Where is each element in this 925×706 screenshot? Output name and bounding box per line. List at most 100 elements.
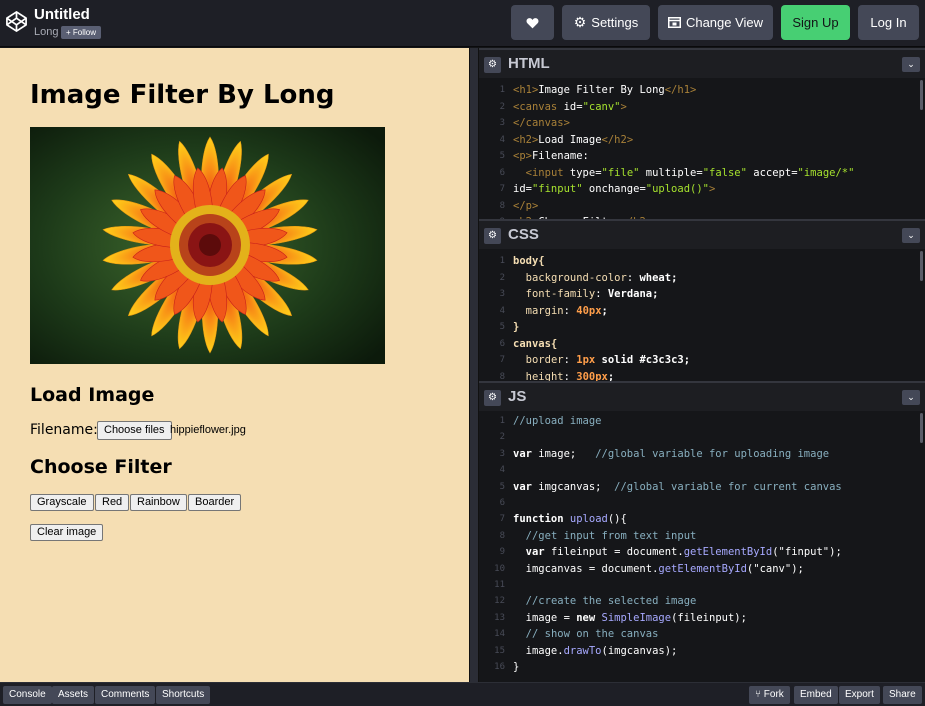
code-line: imgcanvas = document.getElementById("can… bbox=[513, 562, 804, 575]
settings-button[interactable]: ⚙ Settings bbox=[562, 5, 650, 40]
clear-image-button[interactable]: Clear image bbox=[30, 524, 104, 541]
line-number: 8 bbox=[499, 200, 505, 211]
top-bar: Untitled Long + Follow ⚙ Settings Change… bbox=[0, 0, 925, 47]
filename-label: Filename: bbox=[30, 422, 98, 438]
code-line: } bbox=[513, 321, 520, 333]
result-preview: Image Filter By Long Load Image Filename… bbox=[0, 48, 469, 682]
line-number: 4 bbox=[499, 465, 505, 476]
line-number: 12 bbox=[494, 596, 505, 607]
line-number: 8 bbox=[499, 371, 505, 382]
line-number: 15 bbox=[494, 645, 505, 656]
gear-icon[interactable]: ⚙ bbox=[484, 390, 501, 406]
gear-icon[interactable]: ⚙ bbox=[484, 228, 501, 244]
assets-button[interactable]: Assets bbox=[52, 686, 95, 704]
code-line: canvas{ bbox=[513, 337, 558, 350]
change-view-button[interactable]: Change View bbox=[658, 5, 773, 40]
line-number: 5 bbox=[499, 322, 505, 332]
code-line: </p> bbox=[513, 199, 539, 212]
code-line: <input type="file" multiple="false" acce… bbox=[525, 166, 855, 179]
line-number: 3 bbox=[499, 289, 505, 299]
gear-icon[interactable]: ⚙ bbox=[484, 57, 501, 73]
code-line: body{ bbox=[513, 255, 545, 267]
line-number: 6 bbox=[499, 498, 505, 508]
code-line: var imgcanvas; //global variable for cur… bbox=[513, 480, 842, 493]
line-number: 1 bbox=[499, 256, 505, 266]
css-panel-header: ⚙ CSS ⌄ bbox=[479, 219, 925, 249]
code-line: //upload image bbox=[513, 415, 602, 427]
line-number: 7 bbox=[499, 355, 505, 365]
code-line: image.drawTo(imgcanvas); bbox=[513, 644, 678, 657]
settings-label: Settings bbox=[591, 15, 639, 30]
code-line: //get input from text input bbox=[525, 529, 697, 542]
flower-canvas bbox=[30, 127, 385, 364]
line-number: 7 bbox=[499, 184, 505, 194]
choose-files-button[interactable]: Choose files bbox=[97, 421, 172, 440]
code-line: function upload(){ bbox=[513, 513, 627, 526]
chevron-down-icon[interactable]: ⌄ bbox=[902, 390, 920, 405]
code-line: font-family: Verdana; bbox=[525, 288, 659, 300]
code-line: <h1>Image Filter By Long</h1> bbox=[513, 84, 697, 96]
line-number: 6 bbox=[499, 167, 505, 178]
follow-button[interactable]: + Follow bbox=[61, 26, 102, 39]
html-editor[interactable]: 1 <h1>Image Filter By Long</h1> 2 <canvas i… bbox=[479, 78, 925, 219]
js-panel-header: ⚙ JS ⌄ bbox=[479, 381, 925, 411]
change-view-label: Change View bbox=[685, 15, 764, 30]
red-button[interactable]: Red bbox=[95, 494, 130, 511]
embed-button[interactable]: Embed bbox=[794, 686, 838, 704]
log-in-button[interactable]: Log In bbox=[858, 5, 919, 40]
js-editor[interactable]: 1 //upload image 2 3 var image; //global var… bbox=[479, 411, 925, 682]
boarder-button[interactable]: Boarder bbox=[188, 494, 242, 511]
line-number: 2 bbox=[499, 101, 505, 112]
code-line: // show on the canvas bbox=[525, 628, 659, 641]
rainbow-button[interactable]: Rainbow bbox=[130, 494, 187, 511]
author-name[interactable]: Long bbox=[34, 26, 58, 38]
resize-divider[interactable] bbox=[469, 48, 479, 682]
fork-button[interactable]: ⑂ Fork bbox=[749, 686, 790, 704]
html-panel-title: HTML bbox=[508, 55, 550, 72]
line-number: 10 bbox=[494, 563, 505, 574]
chevron-down-icon[interactable]: ⌄ bbox=[902, 57, 920, 72]
code-line: id="finput" onchange="upload()"> bbox=[513, 183, 716, 195]
line-number: 16 bbox=[494, 662, 505, 672]
code-line: background-color: wheat; bbox=[525, 271, 678, 284]
scrollbar[interactable] bbox=[920, 80, 923, 110]
scrollbar[interactable] bbox=[920, 251, 923, 281]
share-button[interactable]: Share bbox=[883, 686, 922, 704]
chevron-down-icon[interactable]: ⌄ bbox=[902, 228, 920, 243]
js-panel-title: JS bbox=[508, 388, 527, 405]
selected-filename: hippieflower.jpg bbox=[170, 424, 246, 436]
line-number: 2 bbox=[499, 272, 505, 283]
line-number: 6 bbox=[499, 338, 505, 349]
code-line: var fileinput = document.getElementById(… bbox=[525, 546, 842, 559]
choose-filter-heading: Choose Filter bbox=[30, 456, 172, 478]
code-line: border: 1px solid #c3c3c3; bbox=[525, 354, 691, 366]
pen-title[interactable]: Untitled bbox=[34, 6, 90, 23]
comments-button[interactable]: Comments bbox=[95, 686, 156, 704]
heart-icon bbox=[526, 17, 539, 28]
line-number: 1 bbox=[499, 85, 505, 95]
css-panel: ⚙ CSS ⌄ 1 body{ 2 background-color: wheat;… bbox=[479, 219, 925, 381]
code-line: <canvas id="canv"> bbox=[513, 100, 627, 113]
line-number: 7 bbox=[499, 514, 505, 525]
shortcuts-button[interactable]: Shortcuts bbox=[156, 686, 211, 704]
code-line: <h2>Load Image</h2> bbox=[513, 133, 634, 146]
codepen-logo-icon[interactable] bbox=[5, 10, 28, 33]
line-number: 9 bbox=[499, 547, 505, 558]
heart-button[interactable] bbox=[511, 5, 554, 40]
grayscale-button[interactable]: Grayscale bbox=[30, 494, 94, 511]
code-line: height: 300px; bbox=[525, 370, 615, 382]
css-panel-title: CSS bbox=[508, 226, 539, 243]
line-number: 3 bbox=[499, 448, 505, 459]
export-button[interactable]: Export bbox=[839, 686, 880, 704]
gear-icon: ⚙ bbox=[573, 14, 587, 30]
html-panel: ⚙ HTML ⌄ 1 <h1>Image Filter By Long</h1> 2… bbox=[479, 48, 925, 219]
code-line: var image; //global variable for uploadi… bbox=[513, 447, 830, 460]
code-line: margin: 40px; bbox=[525, 304, 608, 317]
load-image-heading: Load Image bbox=[30, 384, 155, 406]
css-editor[interactable]: 1 body{ 2 background-color: wheat; 3 font-f… bbox=[479, 249, 925, 381]
scrollbar[interactable] bbox=[920, 413, 923, 443]
console-button[interactable]: Console bbox=[3, 686, 52, 704]
bottom-bar: Console Assets Comments Shortcuts ⑂ Fork… bbox=[0, 682, 925, 706]
layout-icon bbox=[667, 17, 681, 28]
sign-up-button[interactable]: Sign Up bbox=[781, 5, 850, 40]
